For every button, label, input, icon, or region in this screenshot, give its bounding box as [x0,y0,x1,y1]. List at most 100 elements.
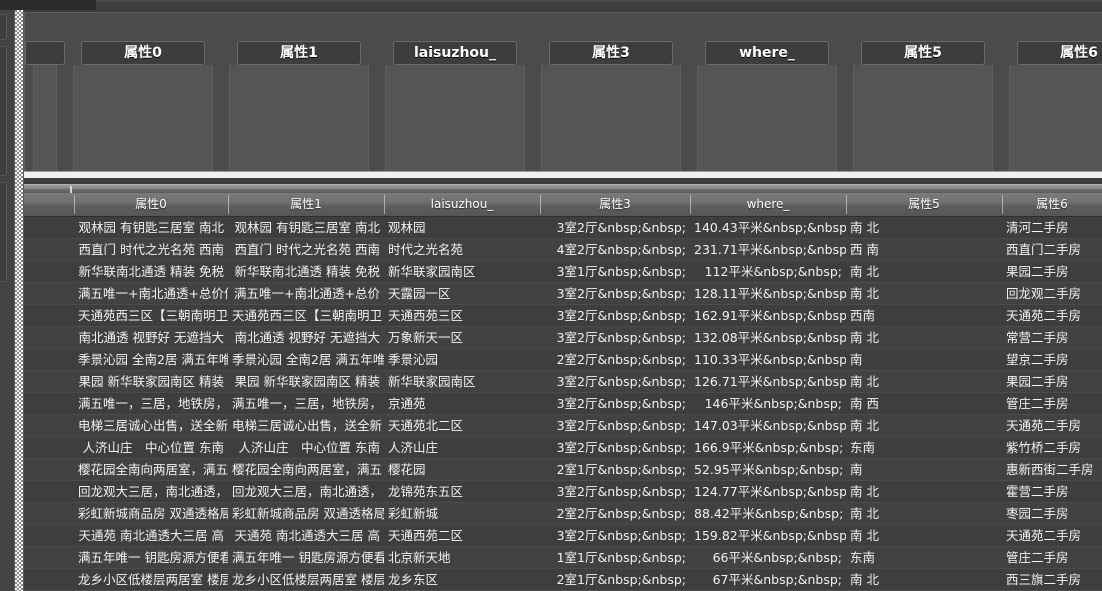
cell-attr5[interactable]: 东南 [846,437,1002,458]
cell-laisuzhou[interactable]: 新华联家园南区 [384,371,540,392]
cell-attr6[interactable]: 天通苑二手房 [1002,415,1102,436]
cell-attr1[interactable]: 人济山庄 中心位置 东南 [228,437,384,458]
grid-header-attr3[interactable]: 属性3 [540,193,690,216]
col-card-rownum-body[interactable] [33,65,57,181]
rail-panel-top[interactable] [0,14,7,40]
cell-attr6[interactable]: 西直门二手房 [1002,239,1102,260]
cell-where[interactable]: 110.33平米&nbsp;&nbsp; [690,349,846,370]
cell-where[interactable]: 52.95平米&nbsp;&nbsp; [690,459,846,480]
col-card-attr1-caption[interactable]: 属性1 [237,41,361,65]
table-row[interactable]: 回龙观大三居，南北通透，回龙观大三居，南北通透，龙锦苑东五区3室2厅&nbsp;… [24,481,1102,503]
cell-where[interactable]: 126.71平米&nbsp;&nbsp; [690,371,846,392]
table-row[interactable]: 西直门 时代之光名苑 西南西直门 时代之光名苑 西南时代之光名苑4室2厅&nbs… [24,239,1102,261]
cell-laisuzhou[interactable]: 天通苑北二区 [384,415,540,436]
cell-attr3[interactable]: 3室2厅&nbsp;&nbsp; [540,217,690,238]
cell-attr0[interactable]: 回龙观大三居，南北通透， [74,481,228,502]
cell-laisuzhou[interactable]: 龙乡东区 [384,569,540,590]
cell-where[interactable]: 147.03平米&nbsp;&nbsp; [690,415,846,436]
cell-laisuzhou[interactable]: 人济山庄 [384,437,540,458]
cell-laisuzhou[interactable]: 彩虹新城 [384,503,540,524]
cell-attr6[interactable]: 天通苑二手房 [1002,305,1102,326]
col-card-rownum[interactable] [25,41,65,182]
cell-attr1[interactable]: 南北通透 视野好 无遮挡大 [228,327,384,348]
table-row[interactable]: 电梯三居诚心出售，送全新电梯三居诚心出售，送全新天通苑北二区3室2厅&nbsp;… [24,415,1102,437]
grid-header-attr0[interactable]: 属性0 [74,193,228,216]
cell-where[interactable]: 140.43平米&nbsp;&nbsp; [690,217,846,238]
cell-laisuzhou[interactable]: 天通西苑二区 [384,525,540,546]
grid-header-divider[interactable] [228,195,229,214]
cell-where[interactable]: 132.08平米&nbsp;&nbsp; [690,327,846,348]
cell-attr5[interactable]: 南 [846,349,1002,370]
col-card-attr0[interactable]: 属性0 [65,41,221,182]
cell-attr5[interactable]: 南 北 [846,371,1002,392]
cell-where[interactable]: 166.9平米&nbsp;&nbsp; [690,437,846,458]
cell-attr6[interactable]: 管庄二手房 [1002,393,1102,414]
vertical-scrollbar[interactable] [14,10,24,591]
cell-attr3[interactable]: 1室1厅&nbsp;&nbsp; [540,547,690,568]
cell-laisuzhou[interactable]: 龙锦苑东五区 [384,481,540,502]
grid-header-divider[interactable] [540,195,541,214]
cell-attr3[interactable]: 3室2厅&nbsp;&nbsp; [540,393,690,414]
cell-attr6[interactable]: 管庄二手房 [1002,547,1102,568]
cell-attr6[interactable]: 果园二手房 [1002,261,1102,282]
cell-attr5[interactable]: 南 北 [846,503,1002,524]
cell-attr6[interactable]: 紫竹桥二手房 [1002,437,1102,458]
cell-laisuzhou[interactable]: 新华联家园南区 [384,261,540,282]
cell-attr6[interactable]: 霍营二手房 [1002,481,1102,502]
cell-laisuzhou[interactable]: 观林园 [384,217,540,238]
cell-where[interactable]: 146平米&nbsp;&nbsp; [690,393,846,414]
cell-attr3[interactable]: 4室2厅&nbsp;&nbsp; [540,239,690,260]
cell-attr6[interactable]: 枣园二手房 [1002,503,1102,524]
cell-attr5[interactable]: 西 南 [846,239,1002,260]
cell-attr1[interactable]: 彩虹新城商品房 双通透格局 [228,503,384,524]
table-row[interactable]: 樱花园全南向两居室，满五樱花园全南向两居室，满五樱花园2室1厅&nbsp;&nb… [24,459,1102,481]
cell-attr3[interactable]: 2室1厅&nbsp;&nbsp; [540,569,690,590]
table-row[interactable]: 果园 新华联家园南区 精装果园 新华联家园南区 精装新华联家园南区3室2厅&nb… [24,371,1102,393]
cell-attr5[interactable]: 南 北 [846,261,1002,282]
cell-attr6[interactable]: 惠新西街二手房 [1002,459,1102,480]
cell-attr5[interactable]: 南 北 [846,481,1002,502]
cell-laisuzhou[interactable]: 天通西苑三区 [384,305,540,326]
cell-attr6[interactable]: 天通苑二手房 [1002,525,1102,546]
cell-attr6[interactable]: 果园二手房 [1002,371,1102,392]
table-row[interactable]: 天通苑 南北通透大三居 高天通苑 南北通透大三居 高天通西苑二区3室2厅&nbs… [24,525,1102,547]
table-row[interactable]: 彩虹新城商品房 双通透格局彩虹新城商品房 双通透格局彩虹新城2室2厅&nbsp;… [24,503,1102,525]
cell-attr6[interactable]: 望京二手房 [1002,349,1102,370]
cell-attr3[interactable]: 2室2厅&nbsp;&nbsp; [540,349,690,370]
cell-attr1[interactable]: 满五唯一+南北通透+总价 [228,283,384,304]
grid-header-attr1[interactable]: 属性1 [228,193,384,216]
cell-attr6[interactable]: 西三旗二手房 [1002,569,1102,590]
col-card-attr3-caption[interactable]: 属性3 [549,41,673,65]
grid-header-where[interactable]: where_ [690,193,846,216]
col-card-attr5[interactable]: 属性5 [845,41,1001,182]
table-row[interactable]: 季景沁园 全南2居 满五年唯季景沁园 全南2居 满五年唯季景沁园2室2厅&nbs… [24,349,1102,371]
cell-attr1[interactable]: 西直门 时代之光名苑 西南 [228,239,384,260]
cell-attr0[interactable]: 西直门 时代之光名苑 西南 [74,239,228,260]
cell-attr0[interactable]: 天通苑西三区【三朝南明卫 [74,305,228,326]
cell-attr1[interactable]: 回龙观大三居，南北通透， [228,481,384,502]
rail-panel-bottom[interactable] [0,182,7,282]
cell-attr0[interactable]: 电梯三居诚心出售，送全新 [74,415,228,436]
cell-attr0[interactable]: 天通苑 南北通透大三居 高 [74,525,228,546]
grid-header-rownum[interactable] [24,193,74,216]
cell-attr0[interactable]: 满五唯一，三居，地铁房， [74,393,228,414]
table-row[interactable]: 南北通透 视野好 无遮挡大南北通透 视野好 无遮挡大万象新天一区3室2厅&nbs… [24,327,1102,349]
cell-attr5[interactable]: 南 北 [846,569,1002,590]
cell-attr5[interactable]: 南 北 [846,415,1002,436]
cell-laisuzhou[interactable]: 万象新天一区 [384,327,540,348]
cell-attr0[interactable]: 彩虹新城商品房 双通透格局 [74,503,228,524]
table-row[interactable]: 满五唯一+南北通透+总价低满五唯一+南北通透+总价天露园一区3室2厅&nbsp;… [24,283,1102,305]
col-card-attr1[interactable]: 属性1 [221,41,377,182]
cell-attr3[interactable]: 3室2厅&nbsp;&nbsp; [540,283,690,304]
col-card-attr6[interactable]: 属性6 [1001,41,1102,182]
cell-attr5[interactable]: 南 西 [846,393,1002,414]
col-card-attr0-body[interactable] [73,65,213,181]
col-card-attr3-body[interactable] [541,65,681,181]
cell-attr1[interactable]: 天通苑 南北通透大三居 高 [228,525,384,546]
cell-where[interactable]: 66平米&nbsp;&nbsp; [690,547,846,568]
grid-header-divider[interactable] [1002,195,1003,214]
col-card-attr1-body[interactable] [229,65,369,181]
rail-panel-middle[interactable] [0,46,7,176]
col-card-attr6-body[interactable] [1009,65,1102,181]
cell-where[interactable]: 159.82平米&nbsp;&nbsp; [690,525,846,546]
